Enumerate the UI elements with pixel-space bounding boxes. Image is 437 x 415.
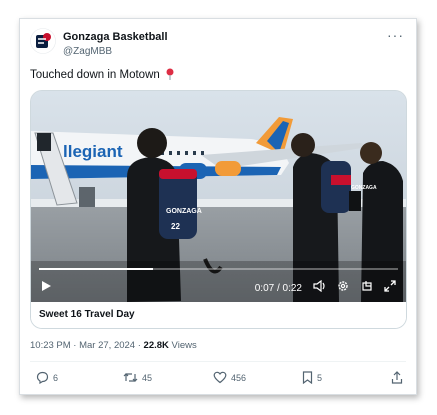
repost-button[interactable]: 45 — [123, 371, 152, 384]
video-time: 0:07 / 0:22 — [254, 283, 302, 294]
divider — [30, 361, 406, 362]
views-label: Views — [168, 340, 197, 351]
like-count: 456 — [231, 372, 247, 383]
action-bar: 6 45 456 5 — [30, 369, 406, 389]
bookmark-icon — [302, 371, 313, 384]
tweet-card: Gonzaga Basketball @ZagMBB ··· Touched d… — [19, 18, 417, 395]
bulldog-logo-icon — [30, 28, 56, 54]
video-controls: 0:07 / 0:22 — [31, 276, 406, 302]
tweet-header: Gonzaga Basketball @ZagMBB ··· — [30, 27, 408, 59]
backpack-number: 22 — [171, 222, 180, 231]
plane-livery-text: llegiant — [63, 142, 123, 161]
share-icon — [391, 371, 403, 384]
bookmark-button[interactable]: 5 — [302, 371, 322, 384]
video-frame: llegiant GONZAGA 22 GONZAGA — [31, 91, 406, 302]
heart-icon — [213, 371, 227, 384]
jersey-text-2: GONZAGA — [351, 185, 377, 191]
expand-icon[interactable] — [384, 280, 396, 292]
more-options-button[interactable]: ··· — [387, 28, 404, 42]
video-caption[interactable]: Sweet 16 Travel Day — [31, 302, 406, 328]
meta-separator: · — [135, 340, 144, 351]
video-player[interactable]: llegiant GONZAGA 22 GONZAGA 0:07 / 0:22 — [31, 91, 406, 302]
tweet-meta: 10:23 PM · Mar 27, 2024 · 22.8K Views — [30, 340, 197, 351]
media-container: llegiant GONZAGA 22 GONZAGA 0:07 / 0:22 … — [30, 90, 407, 329]
reply-button[interactable]: 6 — [36, 371, 58, 384]
reply-icon — [36, 371, 49, 384]
picture-in-picture-icon[interactable] — [361, 280, 373, 292]
play-icon[interactable] — [40, 280, 52, 292]
repost-icon — [123, 373, 138, 382]
tweet-text: Touched down in Motown — [30, 69, 160, 81]
repost-count: 45 — [142, 372, 153, 383]
tweet-text-container: Touched down in Motown — [30, 68, 175, 83]
backpack-text: GONZAGA — [166, 208, 202, 215]
speaker-icon[interactable] — [313, 280, 327, 292]
avatar[interactable] — [30, 28, 56, 54]
display-name[interactable]: Gonzaga Basketball — [63, 31, 168, 43]
timestamp[interactable]: 10:23 PM · Mar 27, 2024 — [30, 340, 135, 351]
bookmark-count: 5 — [317, 372, 323, 383]
share-button[interactable] — [391, 371, 403, 384]
round-pushpin-icon — [165, 68, 175, 83]
views-count: 22.8K — [143, 340, 169, 351]
reply-count: 6 — [53, 372, 59, 383]
like-button[interactable]: 456 — [213, 371, 246, 384]
gear-icon[interactable] — [337, 280, 349, 292]
user-handle[interactable]: @ZagMBB — [63, 46, 112, 57]
